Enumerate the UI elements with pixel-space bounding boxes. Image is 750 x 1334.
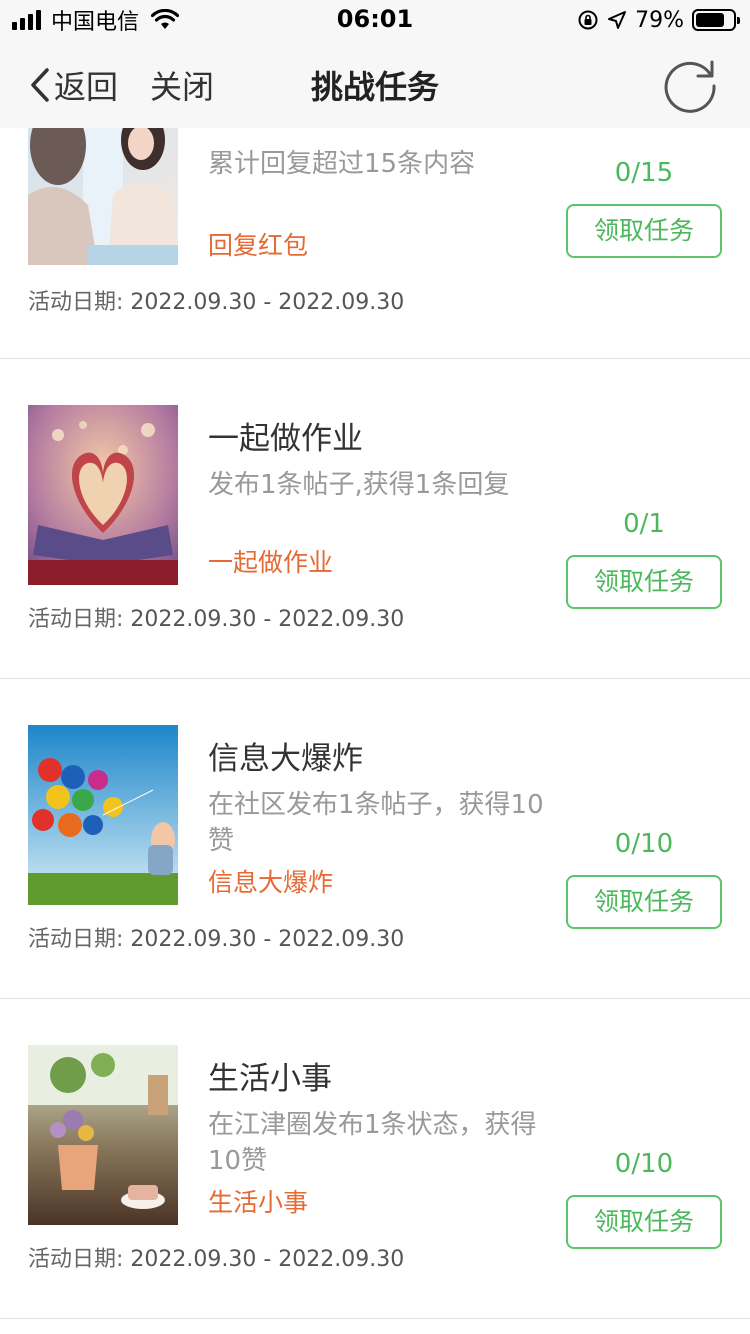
date-range: 2022.09.30 - 2022.09.30 xyxy=(130,927,405,952)
task-title: 生活小事 xyxy=(208,1061,332,1097)
task-progress: 0/10 xyxy=(614,829,674,859)
task-list[interactable]: 累计回复超过15条内容 回复红包 0/15 领取任务 活动日期: 2022.09… xyxy=(0,128,750,1334)
task-title: 一起做作业 xyxy=(208,421,363,457)
claim-task-button[interactable]: 领取任务 xyxy=(566,204,722,258)
date-range: 2022.09.30 - 2022.09.30 xyxy=(130,1247,405,1272)
task-reward: 回复红包 xyxy=(208,231,309,260)
task-image-women xyxy=(28,128,178,265)
task-progress: 0/1 xyxy=(623,509,665,539)
claim-task-button[interactable]: 领取任务 xyxy=(566,875,722,929)
battery-icon xyxy=(692,9,740,31)
task-date: 活动日期: 2022.09.30 - 2022.09.30 xyxy=(28,284,404,316)
date-range: 2022.09.30 - 2022.09.30 xyxy=(130,607,405,632)
task-progress: 0/10 xyxy=(614,1149,674,1179)
task-item[interactable]: 生活小事 在江津圈发布1条状态，获得10赞 生活小事 0/10 领取任务 活动日… xyxy=(0,999,750,1319)
orientation-lock-icon xyxy=(578,10,598,30)
task-date: 活动日期: 2022.09.30 - 2022.09.30 xyxy=(28,601,404,633)
date-label: 活动日期: xyxy=(28,607,124,632)
task-image-balloons xyxy=(28,725,178,905)
task-desc: 在江津圈发布1条状态，获得10赞 xyxy=(208,1110,537,1176)
task-reward: 生活小事 xyxy=(208,1188,309,1217)
date-label: 活动日期: xyxy=(28,1247,124,1272)
task-desc: 累计回复超过15条内容 xyxy=(208,149,476,179)
status-right: 79% xyxy=(577,6,740,34)
refresh-icon[interactable] xyxy=(660,54,720,114)
battery-fill xyxy=(696,13,725,27)
date-range: 2022.09.30 - 2022.09.30 xyxy=(130,290,405,315)
task-desc: 在社区发布1条帖子，获得10赞 xyxy=(208,790,544,856)
location-arrow-icon xyxy=(608,11,627,29)
task-desc: 发布1条帖子,获得1条回复 xyxy=(208,470,510,500)
nav-bar: 返回 关闭 挑战任务 xyxy=(0,40,750,128)
task-progress: 0/15 xyxy=(614,158,674,188)
claim-task-button[interactable]: 领取任务 xyxy=(566,555,722,609)
task-reward: 信息大爆炸 xyxy=(208,868,334,897)
date-label: 活动日期: xyxy=(28,290,124,315)
task-image-book-heart xyxy=(28,405,178,585)
task-title: 信息大爆炸 xyxy=(208,741,363,777)
task-item[interactable]: 累计回复超过15条内容 回复红包 0/15 领取任务 活动日期: 2022.09… xyxy=(0,128,750,359)
task-item[interactable]: 信息大爆炸 在社区发布1条帖子，获得10赞 信息大爆炸 0/10 领取任务 活动… xyxy=(0,679,750,999)
task-reward: 一起做作业 xyxy=(208,548,334,577)
task-item[interactable]: 一起做作业 发布1条帖子,获得1条回复 一起做作业 0/1 领取任务 活动日期:… xyxy=(0,359,750,679)
battery-percent: 79% xyxy=(635,7,684,33)
task-image-flowers-teacup xyxy=(28,1045,178,1225)
task-date: 活动日期: 2022.09.30 - 2022.09.30 xyxy=(28,921,404,953)
task-date: 活动日期: 2022.09.30 - 2022.09.30 xyxy=(28,1241,404,1273)
claim-task-button[interactable]: 领取任务 xyxy=(566,1195,722,1249)
page-title: 挑战任务 xyxy=(310,68,439,106)
date-label: 活动日期: xyxy=(28,927,124,952)
status-bar: 中国电信 06:01 79% xyxy=(0,0,750,40)
